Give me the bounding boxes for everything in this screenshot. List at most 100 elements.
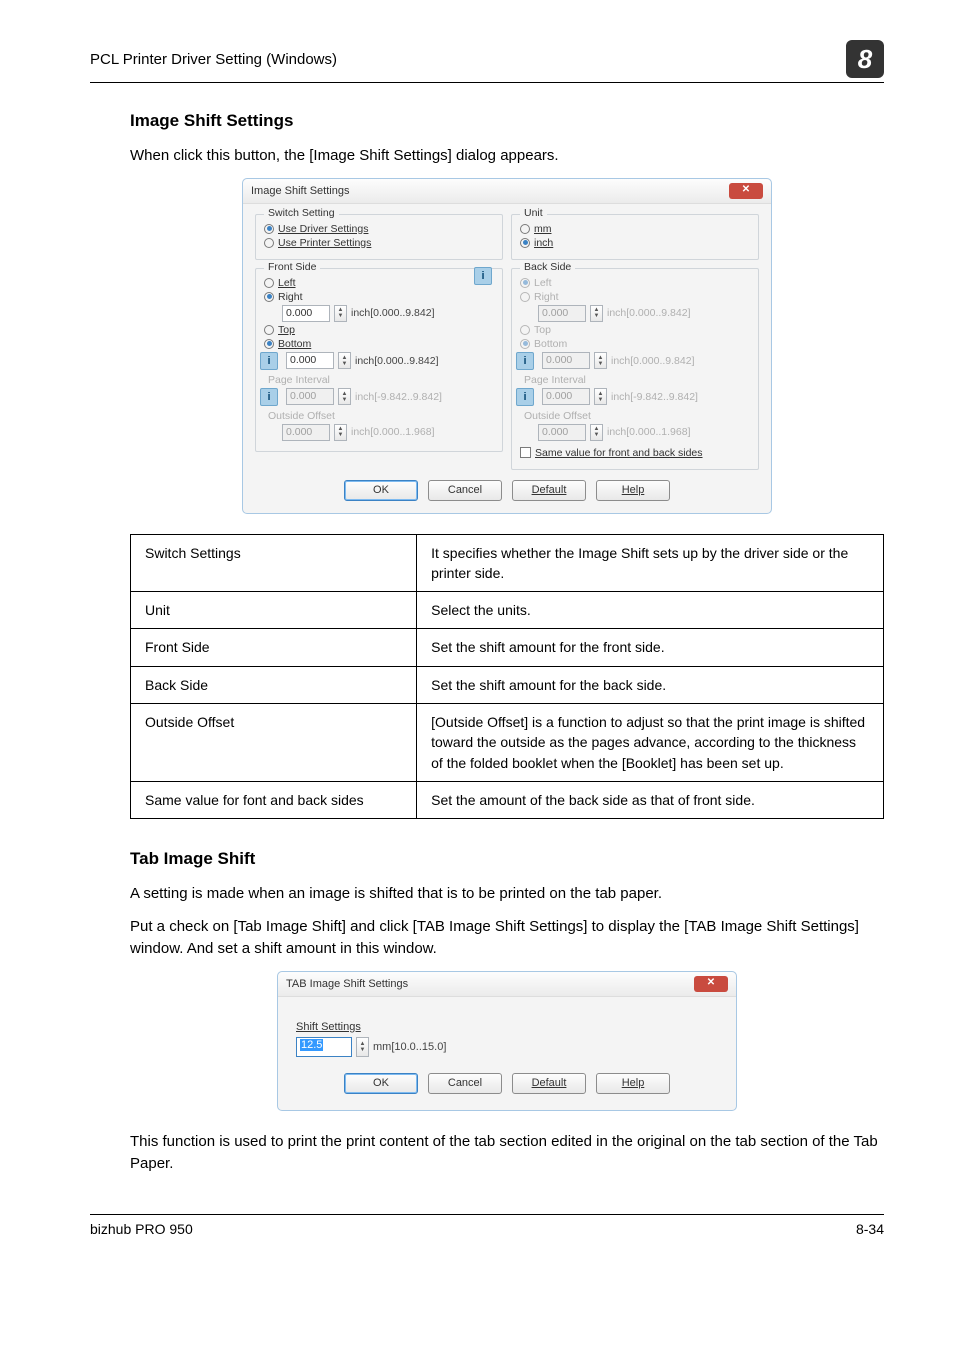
front-outside-offset-label: Outside Offset [268,410,494,422]
info-icon[interactable]: i [516,352,534,370]
spec-desc: It specifies whether the Image Shift set… [417,534,884,592]
radio-checked-icon [264,339,274,349]
ok-button[interactable]: OK [344,480,418,501]
radio-checked-icon [520,278,530,288]
front-outside-offset-range: inch[0.000..1.968] [351,426,434,438]
back-bottom-label: Bottom [534,338,567,350]
default-button[interactable]: Default [512,1073,586,1094]
spinner-arrows-icon: ▲▼ [334,424,347,441]
tab-shift-p2: Put a check on [Tab Image Shift] and cli… [130,916,884,961]
back-page-interval-label: Page Interval [524,374,750,386]
shift-value-input[interactable]: 12.5 [296,1037,352,1057]
front-bottom-radio[interactable]: Bottom [264,338,494,350]
help-button[interactable]: Help [596,480,670,501]
shift-settings-label: Shift Settings [296,1021,718,1033]
radio-checked-icon [520,339,530,349]
spinner-arrows-icon[interactable]: ▲▼ [356,1037,369,1057]
use-printer-radio[interactable]: Use Printer Settings [264,237,494,249]
spec-label: Front Side [131,629,417,666]
back-side-legend: Back Side [520,261,575,273]
front-top-radio[interactable]: Top [264,324,494,336]
spec-label: Same value for font and back sides [131,781,417,818]
page-header: PCL Printer Driver Setting (Windows) 8 [90,40,884,83]
back-right-label: Right [534,291,559,303]
spinner-arrows-icon: ▲▼ [594,352,607,369]
radio-checked-icon [264,224,274,234]
spinner-arrows-icon: ▲▼ [590,305,603,322]
front-bottom-label: Bottom [278,338,311,350]
front-value-2[interactable]: 0.000 [286,352,334,369]
use-printer-label: Use Printer Settings [278,237,371,249]
spec-desc: Set the shift amount for the front side. [417,629,884,666]
back-value-4: 0.000 [538,424,586,441]
shift-range: mm[10.0..15.0] [373,1041,446,1053]
front-value-1[interactable]: 0.000 [282,305,330,322]
spinner-arrows-icon: ▲▼ [594,388,607,405]
radio-checked-icon [520,238,530,248]
info-icon[interactable]: i [260,388,278,406]
same-value-label: Same value for front and back sides [535,447,703,459]
back-top-radio: Top [520,324,750,336]
front-side-group: Front Side i Left Right 0.000 ▲▼ inch[0.… [255,268,503,452]
radio-checked-icon [264,292,274,302]
cancel-button[interactable]: Cancel [428,1073,502,1094]
footer-right: 8-34 [856,1221,884,1237]
front-left-radio[interactable]: Left [264,277,494,289]
spec-label: Outside Offset [131,703,417,781]
use-driver-label: Use Driver Settings [278,223,368,235]
table-row: Front SideSet the shift amount for the f… [131,629,884,666]
front-range-2: inch[0.000..9.842] [355,355,438,367]
spec-desc: Set the amount of the back side as that … [417,781,884,818]
front-right-radio[interactable]: Right [264,291,494,303]
radio-unchecked-icon [520,224,530,234]
table-row: UnitSelect the units. [131,592,884,629]
page-footer: bizhub PRO 950 8-34 [90,1214,884,1237]
use-driver-radio[interactable]: Use Driver Settings [264,223,494,235]
same-value-checkbox[interactable]: Same value for front and back sides [520,447,750,459]
spinner-arrows-icon[interactable]: ▲▼ [338,352,351,369]
back-value-1: 0.000 [538,305,586,322]
header-title: PCL Printer Driver Setting (Windows) [90,51,337,68]
back-outside-offset-range: inch[0.000..1.968] [607,426,690,438]
back-top-label: Top [534,324,551,336]
spec-table: Switch SettingsIt specifies whether the … [130,534,884,820]
radio-unchecked-icon [520,325,530,335]
back-value-2: 0.000 [542,352,590,369]
info-icon[interactable]: i [516,388,534,406]
switch-setting-legend: Switch Setting [264,207,339,219]
table-row: Back SideSet the shift amount for the ba… [131,666,884,703]
front-value-4: 0.000 [282,424,330,441]
footer-left: bizhub PRO 950 [90,1221,193,1237]
chapter-number-badge: 8 [846,40,884,78]
front-side-legend: Front Side [264,261,320,273]
spec-desc: [Outside Offset] is a function to adjust… [417,703,884,781]
cancel-button[interactable]: Cancel [428,480,502,501]
table-row: Outside Offset[Outside Offset] is a func… [131,703,884,781]
front-left-label: Left [278,277,296,289]
unit-mm-radio[interactable]: mm [520,223,750,235]
paragraph-after: This function is used to print the print… [130,1131,884,1176]
default-button[interactable]: Default [512,480,586,501]
radio-unchecked-icon [264,278,274,288]
back-bottom-radio: Bottom [520,338,750,350]
dialog-title: TAB Image Shift Settings [286,978,408,990]
spec-desc: Set the shift amount for the back side. [417,666,884,703]
radio-unchecked-icon [264,238,274,248]
info-icon[interactable]: i [260,352,278,370]
close-icon[interactable]: ✕ [729,183,763,199]
table-row: Switch SettingsIt specifies whether the … [131,534,884,592]
back-range-2: inch[0.000..9.842] [611,355,694,367]
help-button[interactable]: Help [596,1073,670,1094]
unit-inch-radio[interactable]: inch [520,237,750,249]
back-left-label: Left [534,277,552,289]
spec-label: Back Side [131,666,417,703]
info-icon[interactable]: i [474,267,492,285]
spinner-arrows-icon[interactable]: ▲▼ [334,305,347,322]
back-side-group: Back Side Left Right 0.000 ▲▼ inch[0.000… [511,268,759,470]
table-row: Same value for font and back sidesSet th… [131,781,884,818]
back-left-radio: Left [520,277,750,289]
close-icon[interactable]: ✕ [694,976,728,992]
dialog-title: Image Shift Settings [251,185,349,197]
ok-button[interactable]: OK [344,1073,418,1094]
section-heading-image-shift: Image Shift Settings [130,111,884,131]
